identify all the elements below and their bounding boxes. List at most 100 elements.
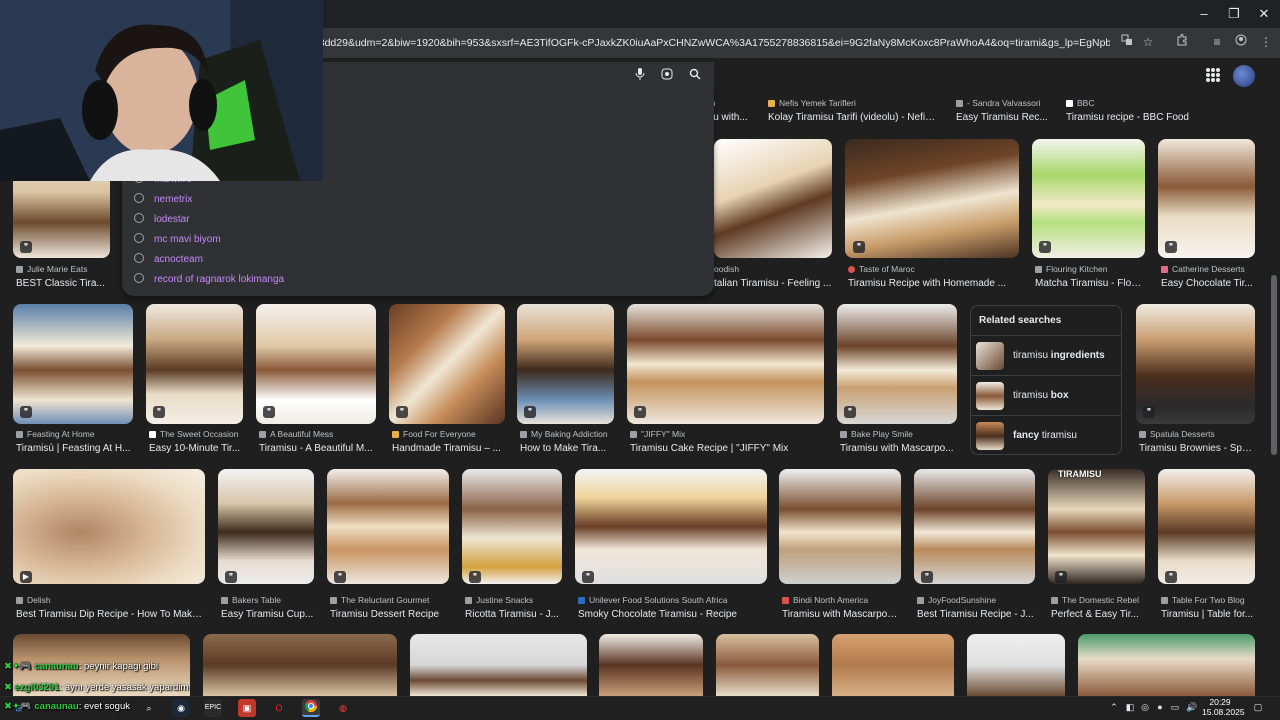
result-image[interactable]: [627, 304, 824, 424]
result-source: Unilever Food Solutions South Africa: [578, 595, 770, 606]
related-search-item[interactable]: tiramisu ingredients: [971, 335, 1121, 375]
result-image[interactable]: [1048, 469, 1145, 584]
epic-games-icon[interactable]: EPIC: [204, 699, 222, 717]
video-badge-icon: ❞: [844, 406, 856, 418]
search-icon[interactable]: [688, 68, 702, 82]
result-source: The Sweet Occasion: [149, 429, 249, 440]
result-title[interactable]: Tiramisu Dessert Recipe: [330, 608, 449, 621]
result-title[interactable]: Tiramisù | Feasting At H...: [16, 442, 133, 455]
result-image[interactable]: [575, 469, 767, 584]
result-title[interactable]: Tiramisu Cake Recipe | "JIFFY" Mix: [630, 442, 824, 455]
avatar[interactable]: [1233, 65, 1255, 87]
suggestion-item[interactable]: record of ragnarok lokimanga: [134, 272, 284, 288]
result-title[interactable]: Easy Tiramisu Rec...: [956, 111, 1048, 124]
result-image[interactable]: [779, 469, 901, 584]
result-source: My Baking Addiction: [520, 429, 620, 440]
result-image[interactable]: [218, 469, 314, 584]
result-title[interactable]: Kolay Tiramisu Tarifi (videolu) - Nefis …: [768, 111, 940, 124]
result-title[interactable]: Easy Tiramisu Cup...: [221, 608, 314, 621]
video-badge-icon: ❞: [1055, 571, 1067, 583]
close-button[interactable]: ✕: [1256, 6, 1272, 22]
result-title[interactable]: Smoky Chocolate Tiramisu - Recipe: [578, 608, 767, 621]
maximize-button[interactable]: ❐: [1226, 6, 1242, 22]
result-image[interactable]: [967, 634, 1065, 696]
scrollbar-thumb[interactable]: [1271, 275, 1277, 455]
lens-search-icon[interactable]: [660, 68, 674, 82]
result-title[interactable]: Tiramisu with Mascarpo...: [840, 442, 957, 455]
result-image[interactable]: [599, 634, 703, 696]
related-search-item[interactable]: fancy tiramisu: [971, 415, 1121, 455]
result-title[interactable]: isu with...: [706, 111, 760, 124]
bookmark-star-icon[interactable]: ☆: [1139, 33, 1157, 51]
network-icon[interactable]: ▭: [1169, 701, 1181, 713]
result-title[interactable]: Perfect & Easy Tir...: [1051, 608, 1145, 621]
video-badge-icon: ❞: [263, 406, 275, 418]
volume-icon[interactable]: 🔊: [1186, 701, 1198, 713]
result-title[interactable]: Handmade Tiramisu – ...: [392, 442, 505, 455]
related-thumbnail: [976, 382, 1004, 410]
address-bar[interactable]: 7f8dd29&udm=2&biw=1920&bih=953&sxsrf=AE3…: [310, 31, 1110, 55]
result-image[interactable]: [845, 139, 1019, 258]
minimize-button[interactable]: –: [1196, 6, 1212, 22]
suggestion-item[interactable]: lodestar: [134, 212, 190, 228]
related-search-item[interactable]: tiramisu box: [971, 375, 1121, 415]
result-title[interactable]: Tiramisu - A Beautiful M...: [259, 442, 376, 455]
chrome-icon[interactable]: [302, 699, 320, 717]
result-title[interactable]: Matcha Tiramisu - Flou...: [1035, 277, 1145, 290]
result-title[interactable]: Easy 10-Minute Tir...: [149, 442, 243, 455]
browser-menu-icon[interactable]: ⋮: [1257, 33, 1275, 51]
result-image[interactable]: [462, 469, 562, 584]
result-title[interactable]: Tiramisu Recipe with Homemade ...: [848, 277, 1008, 290]
steam-icon[interactable]: ◉: [172, 699, 190, 717]
opera-icon[interactable]: O: [270, 699, 288, 717]
result-title[interactable]: Tiramisu Brownies - Spa...: [1139, 442, 1255, 455]
result-image[interactable]: [410, 634, 587, 696]
voice-search-icon[interactable]: [633, 68, 647, 82]
app-icon[interactable]: ▣: [238, 699, 256, 717]
video-badge-icon: ❞: [20, 241, 32, 253]
result-title[interactable]: Ricotta Tiramisu - J...: [465, 608, 562, 621]
result-image[interactable]: [716, 634, 819, 696]
video-badge-icon: ❞: [853, 241, 865, 253]
result-title[interactable]: Best Tiramisu Dip Recipe - How To Make .…: [16, 608, 205, 621]
tray-app-icon[interactable]: ●: [1154, 701, 1166, 713]
suggestion-item[interactable]: nemetrix: [134, 192, 192, 208]
result-title[interactable]: Tiramisu recipe - BBC Food: [1066, 111, 1206, 124]
result-title[interactable]: Tiramisu | Table for...: [1161, 608, 1255, 621]
suggestion-item[interactable]: acnocteam: [134, 252, 203, 268]
result-image[interactable]: [327, 469, 449, 584]
related-thumbnail: [976, 422, 1004, 450]
result-image[interactable]: [832, 634, 954, 696]
result-title[interactable]: BEST Classic Tira...: [16, 277, 110, 290]
notifications-icon[interactable]: ▢: [1252, 701, 1264, 713]
suggestion-item[interactable]: mc mavi biyom: [134, 232, 221, 248]
tray-app-icon[interactable]: ◧: [1124, 701, 1136, 713]
translate-icon[interactable]: [1118, 33, 1136, 51]
video-badge-icon: ❞: [225, 571, 237, 583]
search-taskbar-icon[interactable]: ⌕: [140, 699, 158, 717]
profile-icon[interactable]: [1232, 33, 1250, 51]
result-source: BBC: [1066, 98, 1126, 109]
app-icon[interactable]: ◍: [334, 699, 352, 717]
result-title[interactable]: Easy Chocolate Tir...: [1161, 277, 1255, 290]
result-title[interactable]: talian Tiramisu - Feeling ...: [714, 277, 832, 290]
extensions-icon[interactable]: [1173, 33, 1191, 51]
result-image[interactable]: [13, 469, 205, 584]
search-input[interactable]: [323, 62, 714, 90]
result-title[interactable]: Tiramisu with Mascarpon...: [782, 608, 901, 621]
result-title[interactable]: How to Make Tira...: [520, 442, 614, 455]
google-apps-icon[interactable]: [1206, 68, 1220, 82]
result-image[interactable]: [1078, 634, 1255, 696]
tray-app-icon[interactable]: ◎: [1139, 701, 1151, 713]
media-control-icon[interactable]: ≡: [1208, 33, 1226, 51]
related-search-label: tiramisu ingredients: [1013, 350, 1105, 361]
result-image[interactable]: [1158, 469, 1255, 584]
result-image[interactable]: [1032, 139, 1145, 258]
taskbar-clock[interactable]: 20:29 15.08.2025: [1202, 697, 1245, 717]
result-image[interactable]: [914, 469, 1035, 584]
result-title[interactable]: Best Tiramisu Recipe - J...: [917, 608, 1035, 621]
result-source: oodish: [714, 264, 740, 274]
result-image[interactable]: [714, 139, 832, 258]
result-image[interactable]: [203, 634, 397, 696]
tray-chevron-icon[interactable]: ⌃: [1108, 701, 1120, 713]
